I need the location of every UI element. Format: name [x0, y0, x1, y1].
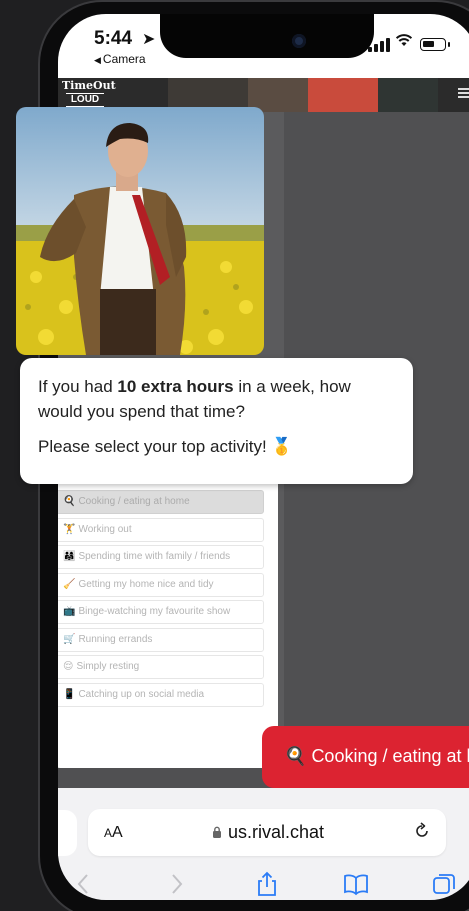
address-bar[interactable]: AA us.rival.chat [88, 809, 446, 856]
option-label: Spending time with family / friends [78, 551, 231, 562]
status-time: 5:44 [94, 28, 133, 49]
back-camera-label: Camera [102, 52, 146, 66]
option-emoji-icon: 🍳 [63, 496, 76, 507]
share-icon[interactable] [253, 870, 281, 898]
option-emoji-icon: 📺 [63, 606, 76, 617]
option-label: Catching up on social media [78, 688, 205, 700]
question-text: If you had 10 extra hours in a week, how… [38, 377, 351, 421]
question-highlight: 10 extra hours [117, 377, 234, 396]
option-emoji-icon: 🧹 [63, 578, 76, 590]
reload-icon[interactable] [412, 821, 432, 841]
selected-answer-emoji: 🍳 [284, 746, 307, 766]
back-to-camera-link[interactable]: ◀ Camera [94, 52, 146, 66]
selected-answer-pill[interactable]: 🍳 Cooking / eating at home [262, 726, 469, 788]
option-emoji-icon: 😌 [63, 661, 74, 672]
option-item[interactable]: 👨‍👩‍👧 Spending time with family / friends [58, 545, 264, 569]
medal-icon: 🥇 [271, 437, 293, 456]
option-item[interactable]: 🛒 Running errands [58, 627, 264, 652]
reader-aa-button[interactable]: AA [104, 824, 123, 842]
option-item[interactable]: 🏋 Working out [58, 517, 264, 542]
option-item[interactable]: 🍳 Cooking / eating at home [58, 490, 264, 514]
option-emoji-icon: 🛒 [63, 633, 76, 645]
option-emoji-icon: 📱 [63, 688, 76, 700]
forward-chevron-icon[interactable] [162, 870, 190, 898]
option-label: Getting my home nice and tidy [78, 578, 214, 590]
option-item[interactable]: 📺 Binge-watching my favourite show [58, 600, 264, 624]
media-photo [16, 107, 264, 355]
notch [160, 14, 374, 58]
url-text: us.rival.chat [228, 822, 325, 842]
question-prompt: Please select your top activity! 🥇 [38, 437, 293, 456]
location-arrow-icon: ➤ [142, 31, 156, 48]
option-item[interactable]: 😌 Simply resting [58, 655, 264, 679]
option-item[interactable]: 📱 Catching up on social media [58, 682, 264, 707]
stage: 5:44 ➤ ◀ Camera TimeOut LOUD 🍳 Cooking /… [0, 0, 469, 911]
options-list: 🍳 Cooking / eating at home 🏋 Working out 👨‍👩… [58, 490, 264, 710]
option-item[interactable]: 🧹 Getting my home nice and tidy [58, 572, 264, 597]
timeout-logo[interactable]: TimeOut LOUD [62, 79, 116, 110]
option-emoji-icon: 🏋 [63, 523, 76, 535]
front-camera-icon [292, 34, 306, 48]
question-bubble: If you had 10 extra hours in a week, how… [20, 358, 413, 484]
option-label: Simply resting [76, 661, 140, 672]
status-bar: 5:44 ➤ ◀ Camera [58, 14, 469, 78]
option-emoji-icon: 👨‍👩‍👧 [63, 551, 76, 562]
photo-illustration [16, 107, 264, 355]
wifi-icon [395, 32, 413, 52]
menu-icon[interactable] [458, 88, 469, 98]
tabs-icon[interactable] [430, 870, 458, 898]
safari-bottom-bar: AA us.rival.chat [58, 788, 469, 900]
battery-icon [420, 38, 450, 51]
logo-line2: LOUD [66, 93, 104, 107]
lock-icon [213, 826, 221, 838]
cellular-signal-icon [368, 38, 392, 52]
back-triangle-icon: ◀ [94, 55, 101, 65]
option-label: Running errands [78, 633, 153, 645]
back-chevron-icon[interactable] [70, 870, 98, 898]
bookmarks-icon[interactable] [342, 870, 370, 898]
option-label: Cooking / eating at home [78, 496, 190, 507]
option-label: Binge-watching my favourite show [78, 606, 231, 617]
selected-answer-label: Cooking / eating at home [311, 746, 469, 766]
logo-line1: TimeOut [62, 79, 116, 92]
previous-tab-preview[interactable] [58, 810, 77, 856]
options-panel: 🍳 Cooking / eating at home 🏋 Working out 👨‍👩… [58, 478, 278, 768]
option-label: Working out [78, 523, 132, 535]
